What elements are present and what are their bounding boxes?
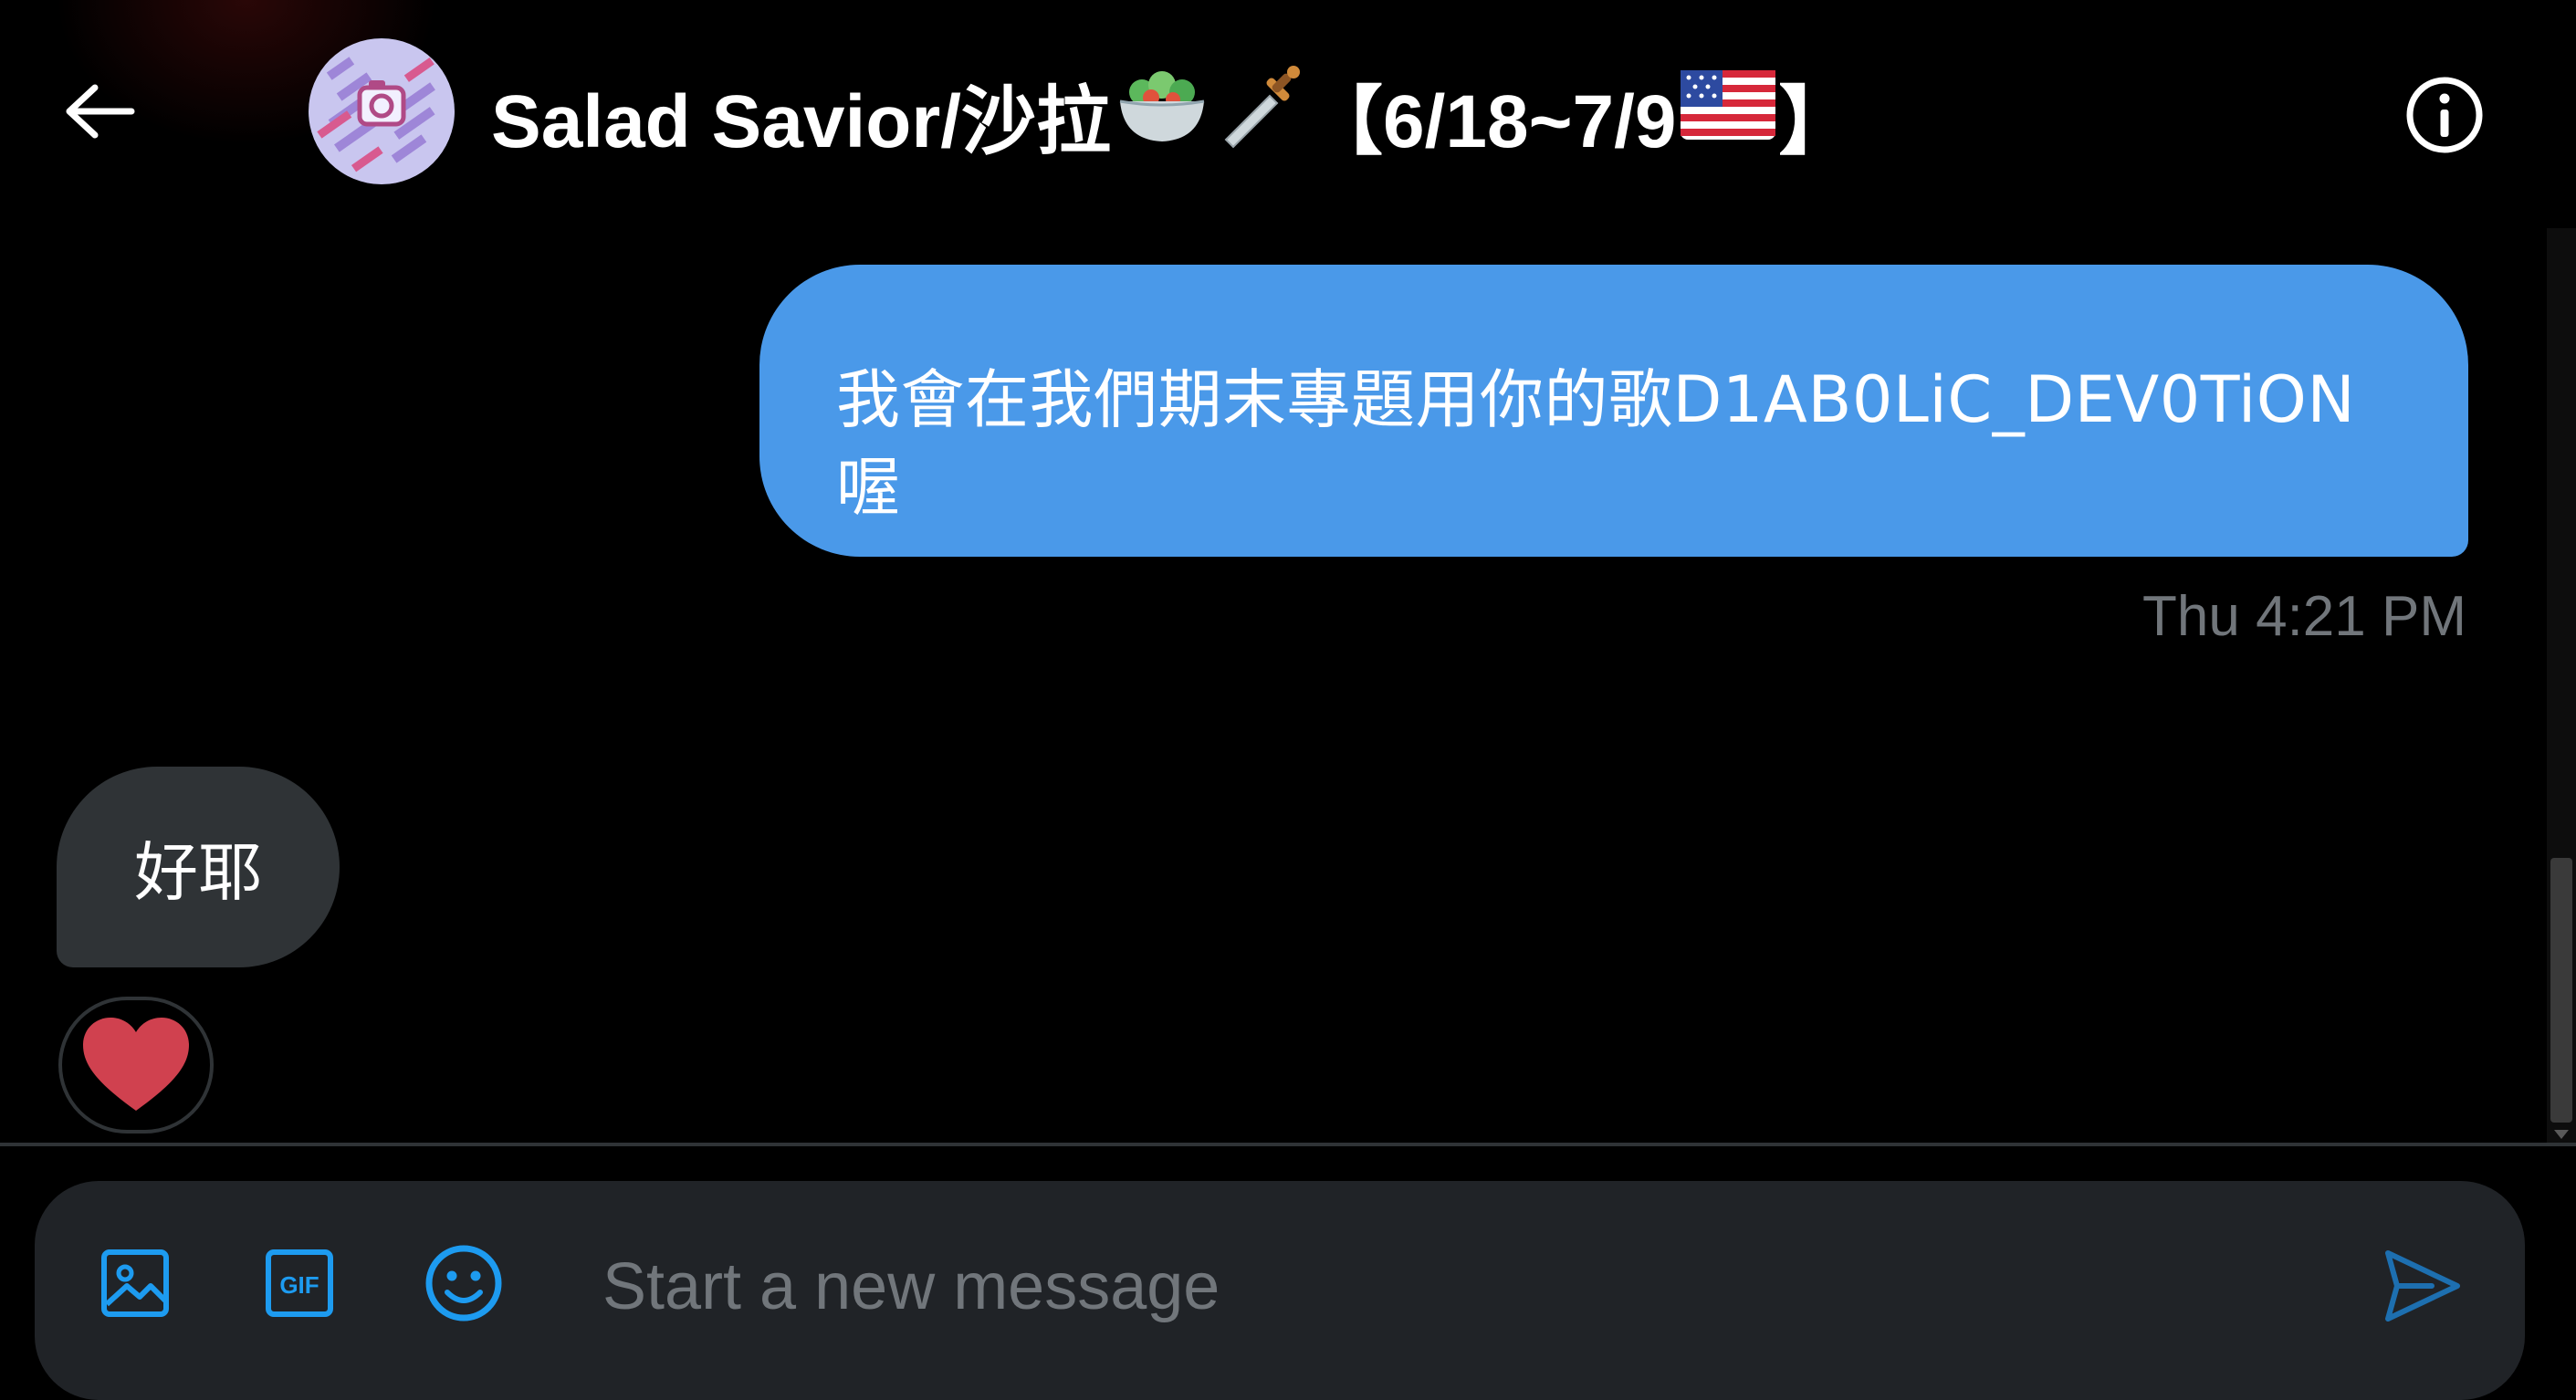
incoming-message-bubble[interactable]: 好耶 <box>57 767 340 967</box>
avatar-image <box>309 38 455 184</box>
message-list-scrollbar[interactable] <box>2547 228 2576 1144</box>
image-icon <box>101 1249 169 1317</box>
message-composer: GIF <box>35 1181 2525 1400</box>
add-emoji-button[interactable] <box>418 1238 509 1329</box>
svg-text:GIF: GIF <box>279 1271 319 1299</box>
message-input[interactable] <box>601 1227 2339 1347</box>
conversation-header: Salad Savior/沙拉 【6/18~7/9 】 <box>0 0 2576 219</box>
scrollbar-thumb[interactable] <box>2550 858 2572 1123</box>
message-text: 好耶 <box>134 834 262 910</box>
us-flag-emoji-icon <box>1680 70 1775 158</box>
conversation-info-button[interactable] <box>2399 69 2490 161</box>
send-button[interactable] <box>2372 1236 2472 1336</box>
salad-emoji-icon <box>1115 61 1209 167</box>
conversation-title[interactable]: Salad Savior/沙拉 【6/18~7/9 】 <box>491 64 1854 164</box>
outgoing-message-bubble[interactable]: 我會在我們期末專題用你的歌D1AB0LiC_DEV0TiON 喔 <box>759 265 2468 557</box>
avatar[interactable] <box>309 38 455 184</box>
add-media-button[interactable] <box>89 1238 181 1329</box>
composer-divider <box>0 1143 2576 1146</box>
title-bracket-close: 】 <box>1778 79 1854 163</box>
heart-icon <box>83 1018 189 1111</box>
send-icon <box>2385 1250 2460 1322</box>
add-gif-button[interactable]: GIF <box>254 1238 345 1329</box>
message-text-line-2: 喔 <box>836 450 901 525</box>
scroll-down-arrow-icon[interactable] <box>2554 1130 2569 1139</box>
message-timestamp: Thu 4:21 PM <box>2142 585 2466 648</box>
emoji-icon <box>425 1245 502 1322</box>
message-list[interactable]: 我會在我們期末專題用你的歌D1AB0LiC_DEV0TiON 喔 Thu 4:2… <box>0 219 2547 1143</box>
arrow-left-icon <box>66 84 135 139</box>
message-text-line-1: 我會在我們期末專題用你的歌D1AB0LiC_DEV0TiON <box>836 362 2356 437</box>
info-circle-icon <box>2406 77 2483 153</box>
title-text: Salad Savior/沙拉 <box>491 79 1112 163</box>
dagger-emoji-icon <box>1217 61 1304 167</box>
message-reaction[interactable] <box>58 997 214 1134</box>
back-button[interactable] <box>55 73 142 150</box>
title-date-range: 【6/18~7/9 <box>1308 79 1677 163</box>
gif-icon: GIF <box>266 1249 333 1317</box>
